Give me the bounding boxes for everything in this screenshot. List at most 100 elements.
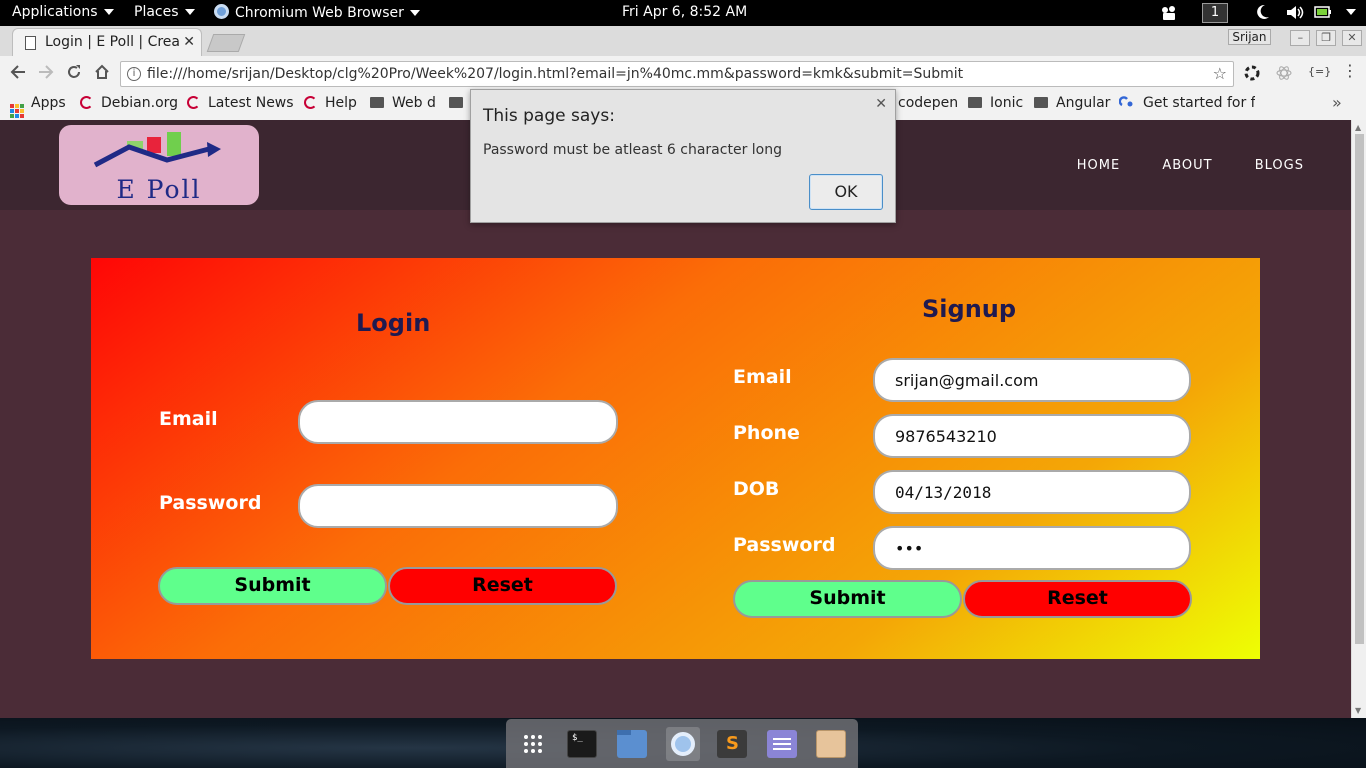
system-menu[interactable]	[1340, 4, 1356, 20]
chromium-small-icon	[214, 4, 229, 19]
minimize-icon[interactable]: –	[1290, 30, 1311, 46]
url-text: file:///home/srijan/Desktop/clg%20Pro/We…	[147, 66, 964, 82]
signup-dob-input[interactable]: 04/13/2018	[873, 470, 1191, 514]
signup-phone-input[interactable]: 9876543210	[873, 414, 1191, 458]
bookmark-get-started[interactable]: Get started for fr	[1119, 95, 1255, 111]
tab-strip: Login | E Poll | Crea ✕ Srijan – ❐ ✕	[0, 26, 1366, 56]
page-scrollbar[interactable]: ▲ ▼	[1351, 120, 1366, 718]
apps-grid-icon	[10, 104, 24, 118]
places-menu[interactable]: Places	[134, 4, 195, 20]
forms-panel: Login Email Password Submit Reset Signup…	[91, 258, 1260, 659]
login-submit-button[interactable]: Submit	[158, 567, 387, 605]
login-email-label: Email	[159, 408, 218, 430]
nav-home[interactable]: HOME	[1077, 158, 1120, 173]
bookmark-help[interactable]: Help	[304, 95, 357, 111]
folder-icon	[370, 97, 384, 108]
applications-label: Applications	[12, 4, 98, 20]
chevron-down-icon	[409, 10, 420, 16]
files-icon[interactable]	[617, 730, 647, 758]
signup-password-input[interactable]: •••	[873, 526, 1191, 570]
login-password-label: Password	[159, 492, 262, 514]
app-grid-icon[interactable]	[518, 730, 548, 758]
react-devtools-icon[interactable]	[1276, 65, 1292, 85]
folder-icon	[1034, 97, 1048, 108]
signup-password-label: Password	[733, 534, 836, 556]
nav-blogs[interactable]: BLOGS	[1255, 158, 1304, 173]
signup-email-input[interactable]: srijan@gmail.com	[873, 358, 1191, 402]
archive-icon[interactable]	[816, 730, 846, 758]
site-logo[interactable]: E Poll	[59, 125, 259, 205]
dialog-message: Password must be atleast 6 character lon…	[483, 142, 782, 158]
loop-icon	[1119, 96, 1133, 107]
reload-icon[interactable]	[66, 64, 82, 84]
bookmark-codepen[interactable]: codepen	[898, 95, 958, 111]
tab-title: Login | E Poll | Crea	[45, 34, 181, 50]
terminal-icon[interactable]: $_	[567, 730, 597, 758]
login-reset-button[interactable]: Reset	[388, 567, 617, 605]
night-light-icon[interactable]	[1256, 4, 1270, 24]
workspace-indicator[interactable]: 1	[1202, 3, 1228, 23]
chevron-down-icon	[103, 9, 114, 15]
signup-dob-label: DOB	[733, 478, 780, 500]
profile-button[interactable]: Srijan	[1228, 29, 1271, 45]
close-tab-icon[interactable]: ✕	[183, 34, 195, 50]
scroll-up-icon[interactable]: ▲	[1355, 123, 1361, 132]
page-icon	[25, 36, 36, 50]
extension-icon[interactable]	[1244, 65, 1260, 85]
json-viewer-icon[interactable]: {=}	[1308, 65, 1331, 78]
address-bar[interactable]: i file:///home/srijan/Desktop/clg%20Pro/…	[120, 61, 1234, 87]
close-window-icon[interactable]: ✕	[1342, 30, 1362, 46]
bookmark-latest-news[interactable]: Latest News	[187, 95, 294, 111]
bookmark-apps[interactable]: Apps	[10, 95, 66, 118]
scroll-down-icon[interactable]: ▼	[1355, 706, 1361, 715]
bookmark-folder-hidden[interactable]	[449, 95, 471, 111]
sublime-text-icon[interactable]: S	[717, 730, 747, 758]
new-tab-button[interactable]	[206, 34, 246, 52]
bookmark-folder-angular[interactable]: Angular	[1034, 95, 1110, 111]
login-title: Login	[356, 309, 431, 337]
maximize-icon[interactable]: ❐	[1316, 30, 1337, 46]
bookmark-label: Help	[325, 95, 357, 111]
debian-icon	[304, 96, 317, 109]
chevron-down-icon	[1346, 9, 1356, 15]
bookmark-star-icon[interactable]: ☆	[1213, 64, 1227, 83]
bookmark-folder-ionic[interactable]: Ionic	[968, 95, 1023, 111]
folder-icon	[449, 97, 463, 108]
bookmark-debian[interactable]: Debian.org	[80, 95, 178, 111]
dialog-close-icon[interactable]: ✕	[875, 96, 887, 112]
applications-menu[interactable]: Applications	[12, 4, 114, 20]
debian-icon	[80, 96, 93, 109]
forward-icon[interactable]	[38, 64, 54, 83]
screencast-icon[interactable]	[1160, 5, 1178, 25]
folder-icon	[968, 97, 982, 108]
volume-icon[interactable]	[1286, 5, 1304, 24]
chromium-icon[interactable]	[666, 727, 700, 761]
signup-email-label: Email	[733, 366, 792, 388]
text-editor-icon[interactable]	[767, 730, 797, 758]
battery-icon[interactable]	[1314, 6, 1332, 22]
bookmark-label: Debian.org	[101, 95, 179, 111]
site-nav: HOME ABOUT BLOGS	[1040, 158, 1304, 173]
info-icon[interactable]: i	[127, 67, 141, 81]
login-email-input[interactable]	[298, 400, 618, 444]
dialog-ok-button[interactable]: OK	[809, 174, 883, 210]
dock: $_ S	[506, 719, 858, 768]
menu-dots-icon[interactable]: ⋮	[1342, 61, 1358, 80]
signup-phone-label: Phone	[733, 422, 800, 444]
bookmark-folder-web[interactable]: Web d	[370, 95, 436, 111]
browser-app-menu[interactable]: Chromium Web Browser	[214, 4, 420, 21]
home-icon[interactable]	[94, 64, 110, 84]
tab-login[interactable]: Login | E Poll | Crea ✕	[12, 28, 202, 56]
nav-about[interactable]: ABOUT	[1162, 158, 1212, 173]
signup-submit-button[interactable]: Submit	[733, 580, 962, 618]
clock[interactable]: Fri Apr 6, 8:52 AM	[622, 4, 747, 20]
back-icon[interactable]	[10, 64, 26, 83]
bookmark-label: Angular	[1056, 95, 1111, 111]
places-label: Places	[134, 4, 179, 20]
scrollbar-thumb[interactable]	[1355, 134, 1364, 644]
login-password-input[interactable]	[298, 484, 618, 528]
system-top-bar: Applications Places Chromium Web Browser…	[0, 0, 1366, 26]
bookmarks-overflow-icon[interactable]: »	[1332, 93, 1342, 112]
signup-reset-button[interactable]: Reset	[963, 580, 1192, 618]
alert-dialog: This page says: ✕ Password must be atlea…	[470, 89, 896, 223]
